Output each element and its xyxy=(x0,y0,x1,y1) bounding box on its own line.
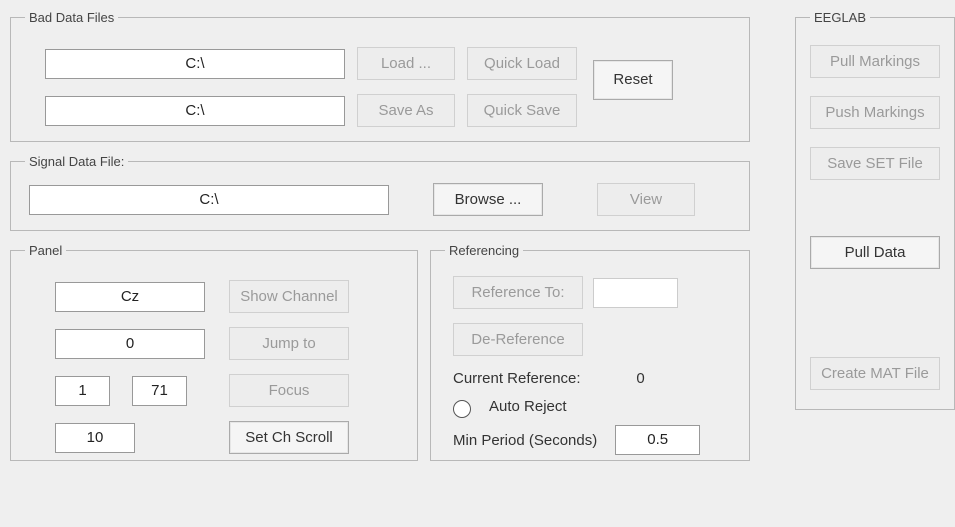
focus-to-input[interactable]: 71 xyxy=(132,376,187,406)
bad-data-path2-input[interactable]: C:\ xyxy=(45,96,345,126)
reference-to-input[interactable] xyxy=(593,278,678,308)
min-period-label: Min Period (Seconds) xyxy=(453,432,597,449)
min-period-input[interactable]: 0.5 xyxy=(615,425,700,455)
eeglab-group: EEGLAB Pull Markings Push Markings Save … xyxy=(795,10,955,410)
bad-data-files-group: Bad Data Files C:\ Load ... Quick Load C… xyxy=(10,10,750,142)
focus-button[interactable]: Focus xyxy=(229,374,349,407)
create-mat-file-button[interactable]: Create MAT File xyxy=(810,357,940,390)
de-reference-button[interactable]: De-Reference xyxy=(453,323,583,356)
signal-data-path-input[interactable]: C:\ xyxy=(29,185,389,215)
reference-to-button[interactable]: Reference To: xyxy=(453,276,583,309)
referencing-group: Referencing Reference To: De-Reference C… xyxy=(430,243,750,461)
panel-group: Panel Cz Show Channel 0 Jump to 1 xyxy=(10,243,418,461)
jump-to-button[interactable]: Jump to xyxy=(229,327,349,360)
quick-save-button[interactable]: Quick Save xyxy=(467,94,577,127)
current-reference-value: 0 xyxy=(621,370,661,387)
bad-data-files-legend: Bad Data Files xyxy=(25,10,118,25)
browse-button[interactable]: Browse ... xyxy=(433,183,543,216)
show-channel-button[interactable]: Show Channel xyxy=(229,280,349,313)
signal-data-file-legend: Signal Data File: xyxy=(25,154,128,169)
eeglab-legend: EEGLAB xyxy=(810,10,870,25)
push-markings-button[interactable]: Push Markings xyxy=(810,96,940,129)
quick-load-button[interactable]: Quick Load xyxy=(467,47,577,80)
save-set-file-button[interactable]: Save SET File xyxy=(810,147,940,180)
auto-reject-label: Auto Reject xyxy=(489,398,567,415)
referencing-legend: Referencing xyxy=(445,243,523,258)
save-as-button[interactable]: Save As xyxy=(357,94,455,127)
channel-input[interactable]: Cz xyxy=(55,282,205,312)
load-button[interactable]: Load ... xyxy=(357,47,455,80)
panel-legend: Panel xyxy=(25,243,66,258)
pull-data-button[interactable]: Pull Data xyxy=(810,236,940,269)
bad-data-path1-input[interactable]: C:\ xyxy=(45,49,345,79)
reset-button[interactable]: Reset xyxy=(593,60,673,100)
focus-from-input[interactable]: 1 xyxy=(55,376,110,406)
auto-reject-radio[interactable] xyxy=(453,400,471,418)
current-reference-label: Current Reference: xyxy=(453,370,581,387)
pull-markings-button[interactable]: Pull Markings xyxy=(810,45,940,78)
jump-value-input[interactable]: 0 xyxy=(55,329,205,359)
scroll-value-input[interactable]: 10 xyxy=(55,423,135,453)
view-button[interactable]: View xyxy=(597,183,695,216)
set-ch-scroll-button[interactable]: Set Ch Scroll xyxy=(229,421,349,454)
signal-data-file-group: Signal Data File: C:\ Browse ... View xyxy=(10,154,750,231)
